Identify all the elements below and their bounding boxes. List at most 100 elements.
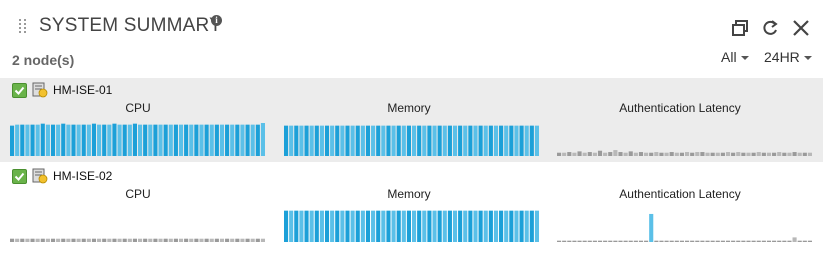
sparkline-bar	[782, 240, 787, 242]
sparkline-bar	[406, 210, 411, 242]
filter-all-dropdown[interactable]: All	[721, 49, 749, 65]
sparkline-bar	[603, 152, 608, 156]
metric-sparkline[interactable]	[284, 123, 540, 156]
metric-label: Authentication Latency	[619, 187, 741, 201]
sparkline-bar	[504, 125, 509, 156]
close-icon[interactable]	[791, 18, 811, 38]
checkbox-checked-icon[interactable]	[12, 83, 27, 98]
panel-header: SYSTEM SUMMARY i	[0, 0, 823, 48]
sparkline-bar	[562, 240, 567, 242]
sparkline-bar	[452, 210, 458, 242]
sparkline-bar	[324, 125, 330, 156]
sparkline-bar	[509, 125, 514, 156]
sparkline-bar	[153, 238, 158, 242]
sparkline-bar	[204, 124, 209, 156]
metric-sparkline[interactable]	[557, 123, 813, 156]
sparkline-bar	[107, 238, 112, 242]
refresh-icon[interactable]	[760, 18, 780, 38]
sparkline-bar	[488, 210, 493, 242]
node-row: HM-ISE-01 CPU Memory Authentication Latency	[0, 78, 823, 162]
sparkline-bar	[112, 238, 117, 242]
sparkline-bar	[245, 238, 250, 242]
sparkline-bar	[102, 124, 107, 156]
sparkline-bar	[514, 210, 519, 242]
sparkline-bar	[654, 240, 659, 242]
sparkline-bar	[245, 124, 250, 156]
metric-sparkline[interactable]	[284, 209, 540, 242]
sparkline-bar	[50, 124, 56, 156]
sparkline-bar	[587, 152, 592, 156]
sparkline-bar	[391, 210, 396, 242]
sparkline-bar	[386, 125, 391, 156]
sparkline-bar	[194, 238, 199, 242]
sparkline-bar	[401, 125, 406, 156]
node-count: 2 node(s)	[12, 52, 75, 68]
sparkline-bar	[40, 123, 45, 156]
sparkline-bar	[807, 240, 812, 242]
sparkline-bar	[406, 125, 411, 156]
sparkline-bar	[529, 125, 534, 156]
sparkline-bar	[117, 238, 122, 242]
metric-sparkline[interactable]	[10, 209, 266, 242]
sparkline-bar	[751, 240, 756, 242]
sparkline-bar	[633, 152, 638, 156]
sparkline-bar	[618, 240, 623, 242]
metric-sparkline[interactable]	[557, 209, 813, 242]
sparkline-bar	[76, 238, 81, 242]
sparkline-bar	[45, 238, 50, 242]
sparkline-bar	[255, 238, 260, 242]
sparkline-bar	[654, 152, 659, 156]
info-icon[interactable]: i	[211, 15, 222, 26]
sparkline-bar	[25, 238, 30, 242]
metric-sparkline[interactable]	[10, 123, 266, 156]
sparkline-bar	[158, 238, 163, 242]
sparkline-bar	[587, 240, 592, 242]
sparkline-bar	[122, 124, 127, 156]
sparkline-bar	[782, 152, 787, 156]
metric-label: Memory	[387, 101, 431, 115]
sparkline-bar	[608, 240, 613, 242]
checkbox-checked-icon[interactable]	[12, 169, 27, 184]
sparkline-bar	[524, 125, 529, 156]
sparkline-bar	[335, 210, 340, 242]
sparkline-bar	[330, 125, 335, 156]
sparkline-bar	[319, 125, 324, 156]
sparkline-bar	[608, 152, 613, 156]
sparkline-bar	[173, 124, 178, 156]
sparkline-bar	[493, 210, 499, 242]
sparkline-bar	[340, 210, 345, 242]
sparkline-bar	[695, 152, 700, 156]
sparkline-bar	[519, 210, 524, 242]
sparkline-bar	[250, 124, 255, 156]
sparkline-bar	[330, 210, 335, 242]
sparkline-bar	[720, 240, 725, 242]
sparkline-bar	[365, 210, 371, 242]
sparkline-bar	[725, 152, 731, 156]
sparkline-bar	[746, 240, 751, 242]
sparkline-bar	[66, 124, 71, 156]
sparkline-bar	[422, 125, 427, 156]
popout-window-icon[interactable]	[730, 18, 750, 38]
sparkline-bar	[304, 210, 309, 242]
node-name[interactable]: HM-ISE-02	[53, 169, 112, 183]
drag-handle-icon[interactable]	[19, 19, 27, 33]
sparkline-bar	[371, 210, 376, 242]
sparkline-bar	[741, 240, 746, 242]
sparkline-bar	[700, 152, 705, 156]
sparkline-bar	[97, 238, 102, 242]
sparkline-bar	[86, 238, 91, 242]
sparkline-bar	[381, 210, 386, 242]
panel-title: SYSTEM SUMMARY	[39, 15, 222, 36]
sparkline-bar	[199, 238, 204, 242]
node-name[interactable]: HM-ISE-01	[53, 83, 112, 97]
sparkline-bar	[710, 152, 715, 156]
sparkline-bar	[81, 238, 86, 242]
sparkline-bar	[572, 152, 577, 156]
sparkline-bar	[20, 124, 25, 156]
sparkline-bar	[473, 125, 478, 156]
sparkline-bar	[623, 152, 628, 156]
sparkline-bar	[412, 210, 417, 242]
sparkline-bar	[412, 125, 417, 156]
filter-time-dropdown[interactable]: 24HR	[764, 49, 812, 65]
sparkline-bar	[751, 152, 756, 156]
